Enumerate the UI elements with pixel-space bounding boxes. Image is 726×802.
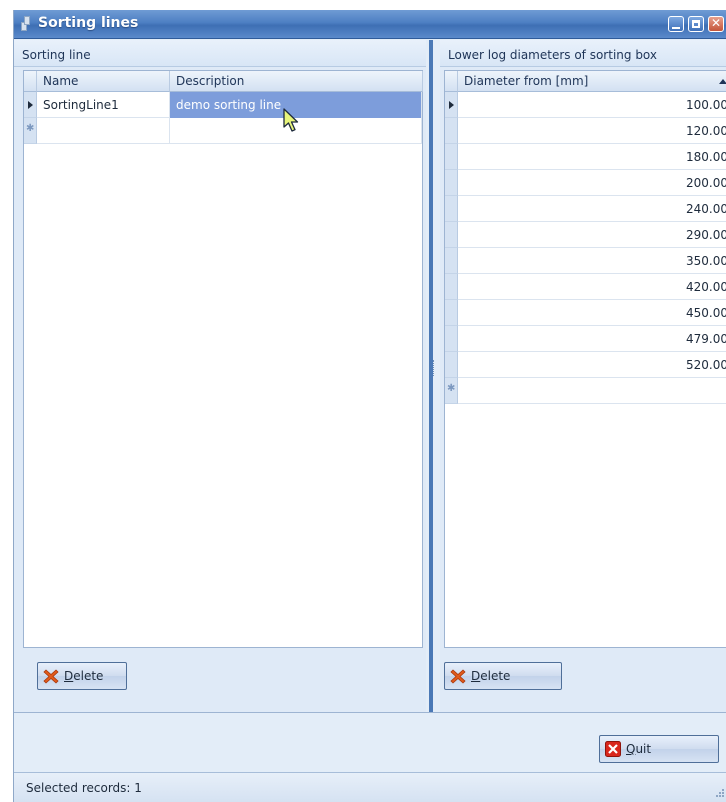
table-row[interactable]: 350.00 — [445, 248, 726, 274]
close-button[interactable] — [708, 16, 724, 32]
delete-label: Delete — [64, 669, 104, 683]
current-row-arrow-icon — [28, 101, 33, 109]
table-row[interactable]: 240.00 — [445, 196, 726, 222]
maximize-button[interactable] — [688, 16, 704, 32]
current-row-arrow-icon — [449, 101, 454, 109]
new-cell-name[interactable] — [37, 118, 170, 144]
cell-diameter[interactable]: 180.00 — [458, 144, 726, 170]
status-bar: Selected records: 1 — [14, 772, 726, 802]
column-header-diameter-label: Diameter from [mm] — [464, 74, 589, 88]
row-indicator — [445, 274, 458, 300]
column-header-diameter[interactable]: Diameter from [mm] — [458, 71, 726, 92]
new-row-star-icon: ✱ — [447, 383, 456, 394]
row-indicator — [445, 300, 458, 326]
sorting-line-panel: Sorting line Name Description SortingLin… — [14, 40, 426, 712]
log-diameters-caption: Lower log diameters of sorting box — [440, 40, 726, 67]
sorting-lines-window: Sorting lines Sorting line Name Descript… — [13, 10, 726, 802]
delete-sorting-line-button[interactable]: Delete — [37, 662, 127, 690]
table-row[interactable]: 420.00 — [445, 274, 726, 300]
delete-label: Delete — [471, 669, 511, 683]
cell-name[interactable]: SortingLine1 — [37, 92, 170, 118]
sorting-line-grid[interactable]: Name Description SortingLine1 demo sorti… — [23, 70, 423, 648]
delete-diameter-button[interactable]: Delete — [444, 662, 562, 690]
new-row[interactable]: ✱ — [445, 378, 726, 404]
cell-diameter[interactable]: 520.00 — [458, 352, 726, 378]
table-row[interactable]: SortingLine1 demo sorting line — [24, 92, 422, 118]
column-header-description[interactable]: Description — [170, 71, 423, 92]
sorting-line-caption: Sorting line — [14, 40, 426, 67]
panel-splitter[interactable] — [426, 40, 440, 712]
splitter-grip-icon — [433, 360, 436, 376]
title-bar[interactable]: Sorting lines — [14, 10, 726, 39]
row-indicator — [445, 92, 458, 118]
table-row[interactable]: 520.00 — [445, 352, 726, 378]
table-row[interactable]: 450.00 — [445, 300, 726, 326]
table-row[interactable]: 180.00 — [445, 144, 726, 170]
row-indicator-header — [24, 71, 37, 92]
dialog-button-area: Quit — [14, 712, 726, 772]
quit-button[interactable]: Quit — [599, 735, 719, 763]
resize-grip-icon[interactable] — [715, 788, 725, 798]
row-indicator — [445, 118, 458, 144]
row-indicator — [445, 196, 458, 222]
window-app-icon — [21, 16, 33, 32]
diameters-grid[interactable]: Diameter from [mm] 100.00 120.00 180.00 200… — [444, 70, 726, 648]
cell-diameter[interactable]: 450.00 — [458, 300, 726, 326]
row-indicator — [445, 144, 458, 170]
row-indicator — [445, 352, 458, 378]
table-row[interactable]: 100.00 — [445, 92, 726, 118]
splitter-bar — [429, 40, 433, 712]
cell-diameter[interactable]: 479.00 — [458, 326, 726, 352]
cell-diameter[interactable]: 240.00 — [458, 196, 726, 222]
table-row[interactable]: 479.00 — [445, 326, 726, 352]
column-header-name[interactable]: Name — [37, 71, 170, 92]
row-indicator — [445, 248, 458, 274]
new-row-indicator: ✱ — [445, 378, 458, 404]
row-indicator — [24, 92, 37, 118]
new-row[interactable]: ✱ — [24, 118, 422, 144]
row-indicator-header — [445, 71, 458, 92]
delete-icon — [43, 669, 59, 684]
minimize-button[interactable] — [668, 16, 684, 32]
cell-diameter[interactable]: 200.00 — [458, 170, 726, 196]
cell-diameter[interactable]: 120.00 — [458, 118, 726, 144]
row-indicator — [445, 326, 458, 352]
table-row[interactable]: 200.00 — [445, 170, 726, 196]
row-indicator — [445, 222, 458, 248]
new-row-star-icon: ✱ — [26, 123, 35, 134]
selected-records-text: Selected records: 1 — [26, 781, 142, 795]
row-indicator — [445, 170, 458, 196]
sort-ascending-icon — [719, 79, 726, 84]
cell-diameter[interactable]: 100.00 — [458, 92, 726, 118]
delete-icon — [450, 669, 466, 684]
cell-diameter[interactable]: 290.00 — [458, 222, 726, 248]
log-diameters-panel: Lower log diameters of sorting box Diame… — [440, 40, 726, 712]
table-row[interactable]: 290.00 — [445, 222, 726, 248]
cell-diameter[interactable]: 350.00 — [458, 248, 726, 274]
quit-label: Quit — [626, 742, 652, 756]
mouse-cursor-icon — [283, 108, 299, 132]
quit-icon — [605, 741, 621, 757]
cell-diameter[interactable]: 420.00 — [458, 274, 726, 300]
table-row[interactable]: 120.00 — [445, 118, 726, 144]
new-row-indicator: ✱ — [24, 118, 37, 144]
window-title: Sorting lines — [38, 15, 139, 31]
